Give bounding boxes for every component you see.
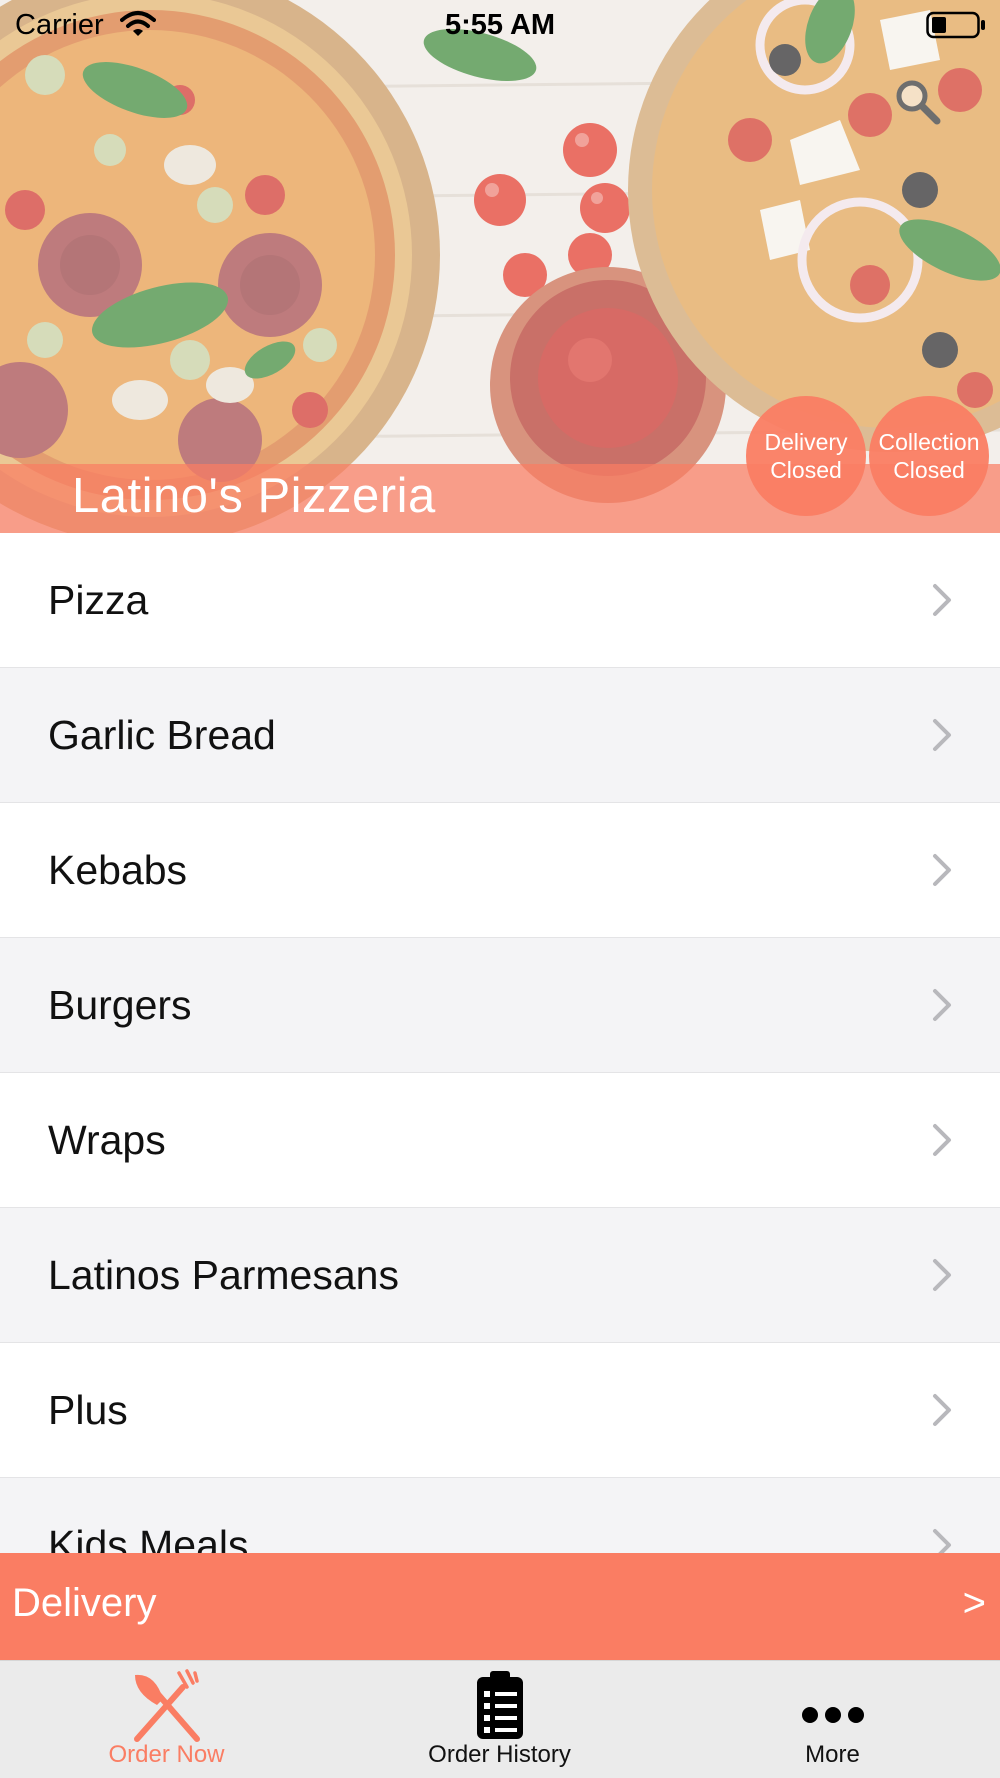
menu-item-kids-meals[interactable]: Kids Meals [0, 1478, 1000, 1553]
menu-item-label: Wraps [48, 1116, 166, 1163]
menu-item-kebabs[interactable]: Kebabs [0, 803, 1000, 938]
more-dots-icon [801, 1707, 864, 1723]
menu-item-label: Pizza [48, 576, 149, 623]
chevron-right-icon [933, 989, 951, 1021]
chevron-right-icon [933, 1259, 951, 1291]
collection-status-badge: Collection Closed [869, 396, 989, 516]
fork-knife-icon [133, 1669, 200, 1742]
chevron-right-icon [933, 854, 951, 886]
delivery-mode-bar[interactable]: Delivery > [0, 1553, 1000, 1660]
search-icon[interactable] [892, 76, 944, 128]
menu-item-latinos-parmesans[interactable]: Latinos Parmesans [0, 1208, 1000, 1343]
menu-item-label: Latinos Parmesans [48, 1251, 399, 1298]
menu-category-list[interactable]: Pizza Garlic Bread Kebabs Burgers Wraps … [0, 533, 1000, 1553]
menu-item-pizza[interactable]: Pizza [0, 533, 1000, 668]
menu-item-wraps[interactable]: Wraps [0, 1073, 1000, 1208]
badge-delivery-line2: Closed [770, 457, 842, 483]
menu-item-garlic-bread[interactable]: Garlic Bread [0, 668, 1000, 803]
menu-item-label: Kebabs [48, 846, 188, 893]
restaurant-name: Latino's Pizzeria [72, 469, 436, 523]
chevron-right-icon [933, 1394, 951, 1426]
menu-item-label: Plus [48, 1386, 128, 1433]
delivery-arrow: > [962, 1581, 986, 1625]
tab-order-history[interactable]: Order History [333, 1661, 666, 1778]
badge-collection-line1: Collection [878, 429, 980, 455]
chevron-right-icon [933, 1529, 951, 1553]
badge-collection-line2: Closed [893, 457, 965, 483]
badge-delivery-line1: Delivery [764, 429, 848, 455]
tab-label: More [805, 1741, 860, 1768]
delivery-mode-label: Delivery [12, 1581, 157, 1625]
menu-item-label: Kids Meals [48, 1521, 249, 1554]
tab-order-now[interactable]: Order Now [0, 1661, 333, 1778]
status-bar: Carrier 5:55 AM [0, 0, 1000, 50]
hero-banner: Carrier 5:55 AM Latino's Pizzeria Delive… [0, 0, 1000, 533]
menu-item-label: Garlic Bread [48, 711, 276, 758]
tab-more[interactable]: More [666, 1661, 999, 1778]
chevron-right-icon [933, 1124, 951, 1156]
delivery-status-badge: Delivery Closed [746, 396, 866, 516]
clock-time: 5:55 AM [444, 9, 556, 41]
tab-label: Order History [428, 1741, 571, 1768]
clipboard-list-icon [476, 1671, 523, 1739]
battery-icon [926, 11, 986, 39]
menu-item-burgers[interactable]: Burgers [0, 938, 1000, 1073]
chevron-right-icon [933, 719, 951, 751]
menu-item-plus[interactable]: Plus [0, 1343, 1000, 1478]
chevron-right-icon [933, 584, 951, 616]
menu-item-label: Burgers [48, 981, 192, 1028]
tab-bar: Order Now Order History More [0, 1660, 1000, 1778]
tab-label: Order Now [108, 1741, 225, 1768]
